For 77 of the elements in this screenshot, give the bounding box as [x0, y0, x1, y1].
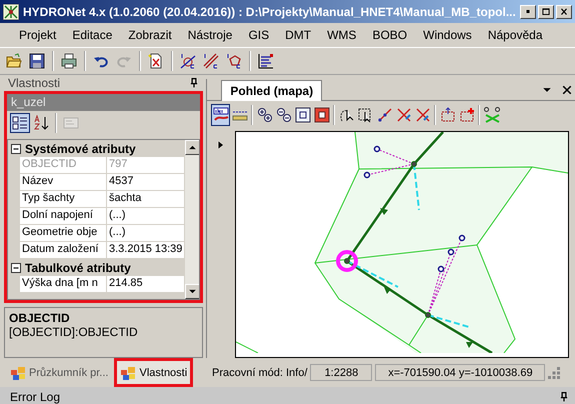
menu-item[interactable]: Editace [64, 25, 120, 45]
property-value[interactable]: 3.3.2015 13:39 [107, 242, 184, 259]
property-name: Typ šachty [20, 191, 107, 208]
category-label: Systémové atributy [25, 142, 136, 156]
frame-arrow-icon [440, 107, 456, 123]
window-tile-icon [10, 364, 26, 380]
menu-item[interactable]: Nástroje [180, 25, 240, 45]
zoom-extent-icon [294, 107, 311, 123]
collapse-toggle[interactable] [11, 262, 21, 272]
node-info-icon [180, 53, 196, 69]
property-name: Název [20, 174, 107, 191]
menu-item[interactable]: Windows [415, 25, 480, 45]
maximize-icon [540, 6, 552, 16]
menu-item[interactable]: DMT [277, 25, 320, 45]
edge-join-icon [414, 107, 431, 123]
menu-item[interactable]: BOBO [364, 25, 416, 45]
chart-icon [258, 53, 274, 69]
nodes-cross-icon [484, 107, 500, 123]
property-value[interactable]: 214.85 [107, 276, 184, 293]
window-tile-icon [120, 364, 136, 380]
close-button[interactable] [556, 4, 572, 18]
category-label: Tabulkové atributy [25, 260, 131, 274]
property-value[interactable]: šachta [107, 191, 184, 208]
sort-alphabetical-icon [33, 115, 49, 131]
description-title: OBJECTID [9, 311, 71, 325]
property-name: Geometrie obje [20, 225, 107, 242]
property-name: Výška dna [m n [20, 276, 107, 293]
frame-plus-icon [458, 107, 475, 123]
property-pages-icon [63, 115, 79, 131]
panel-tab[interactable]: Průzkumník pr... [4, 358, 114, 387]
maximize-button[interactable] [538, 4, 554, 18]
menu-item[interactable]: Zobrazit [120, 25, 180, 45]
window-title: HYDRONet 4.x (1.0.2060 (20.04.2016)) : D:\Projekty\Manual_HNET4\Manual_MB_topol... [23, 4, 516, 18]
work-mode-label: Pracovní mód: Info/ [212, 366, 308, 378]
property-name: Dolní napojení [20, 208, 107, 225]
menu-item[interactable]: Nápověda [480, 25, 551, 45]
document-icon [148, 53, 164, 69]
printer-icon [61, 53, 77, 69]
zoom-in-icon [256, 107, 273, 123]
menu-item[interactable]: Projekt [11, 25, 64, 45]
resize-grip-icon [548, 366, 560, 378]
property-value[interactable]: (...) [107, 225, 184, 242]
property-name: OBJECTID [20, 157, 107, 174]
zoom-out-icon [276, 107, 292, 123]
folder-icon [6, 53, 22, 69]
row-pointer-icon [217, 140, 226, 150]
error-log-title[interactable]: Error Log [10, 390, 60, 404]
panel-title: Vlastnosti [8, 76, 60, 90]
app-logo-icon [3, 4, 19, 20]
property-value[interactable]: (...) [107, 208, 184, 225]
area-info-icon [226, 53, 242, 69]
menu-item[interactable]: GIS [240, 25, 278, 45]
pin-icon [189, 78, 200, 88]
scrollbar[interactable] [184, 140, 200, 299]
menu-item[interactable]: WMS [319, 25, 364, 45]
map-scale: 1:2288 [310, 364, 372, 381]
object-name: k_uzel [7, 94, 200, 111]
categorized-list-icon [12, 115, 28, 131]
edge-icon [376, 107, 393, 123]
pin-icon [559, 392, 569, 402]
categorized-list-button[interactable] [10, 113, 30, 133]
collapse-toggle[interactable] [11, 144, 21, 154]
property-value[interactable]: 4537 [107, 174, 184, 191]
zoom-full-icon [314, 107, 330, 123]
minimize-button[interactable] [520, 4, 536, 18]
cursor-coordinates: x=-701590.04 y=-1010038.69 [375, 364, 546, 381]
edge-split-icon [396, 107, 412, 123]
line-info-icon [203, 53, 219, 69]
close-icon [562, 85, 572, 95]
lasso-select-icon [338, 107, 355, 123]
panel-tab[interactable]: Vlastnosti [114, 358, 194, 387]
info-pointer-button[interactable] [211, 104, 230, 126]
description-text: [OBJECTID]:OBJECTID [9, 325, 139, 339]
info-pointer-icon [212, 107, 229, 123]
close-icon [558, 6, 570, 16]
property-name: Datum založení [20, 242, 107, 259]
document-tab[interactable]: Pohled (mapa) [221, 80, 322, 101]
